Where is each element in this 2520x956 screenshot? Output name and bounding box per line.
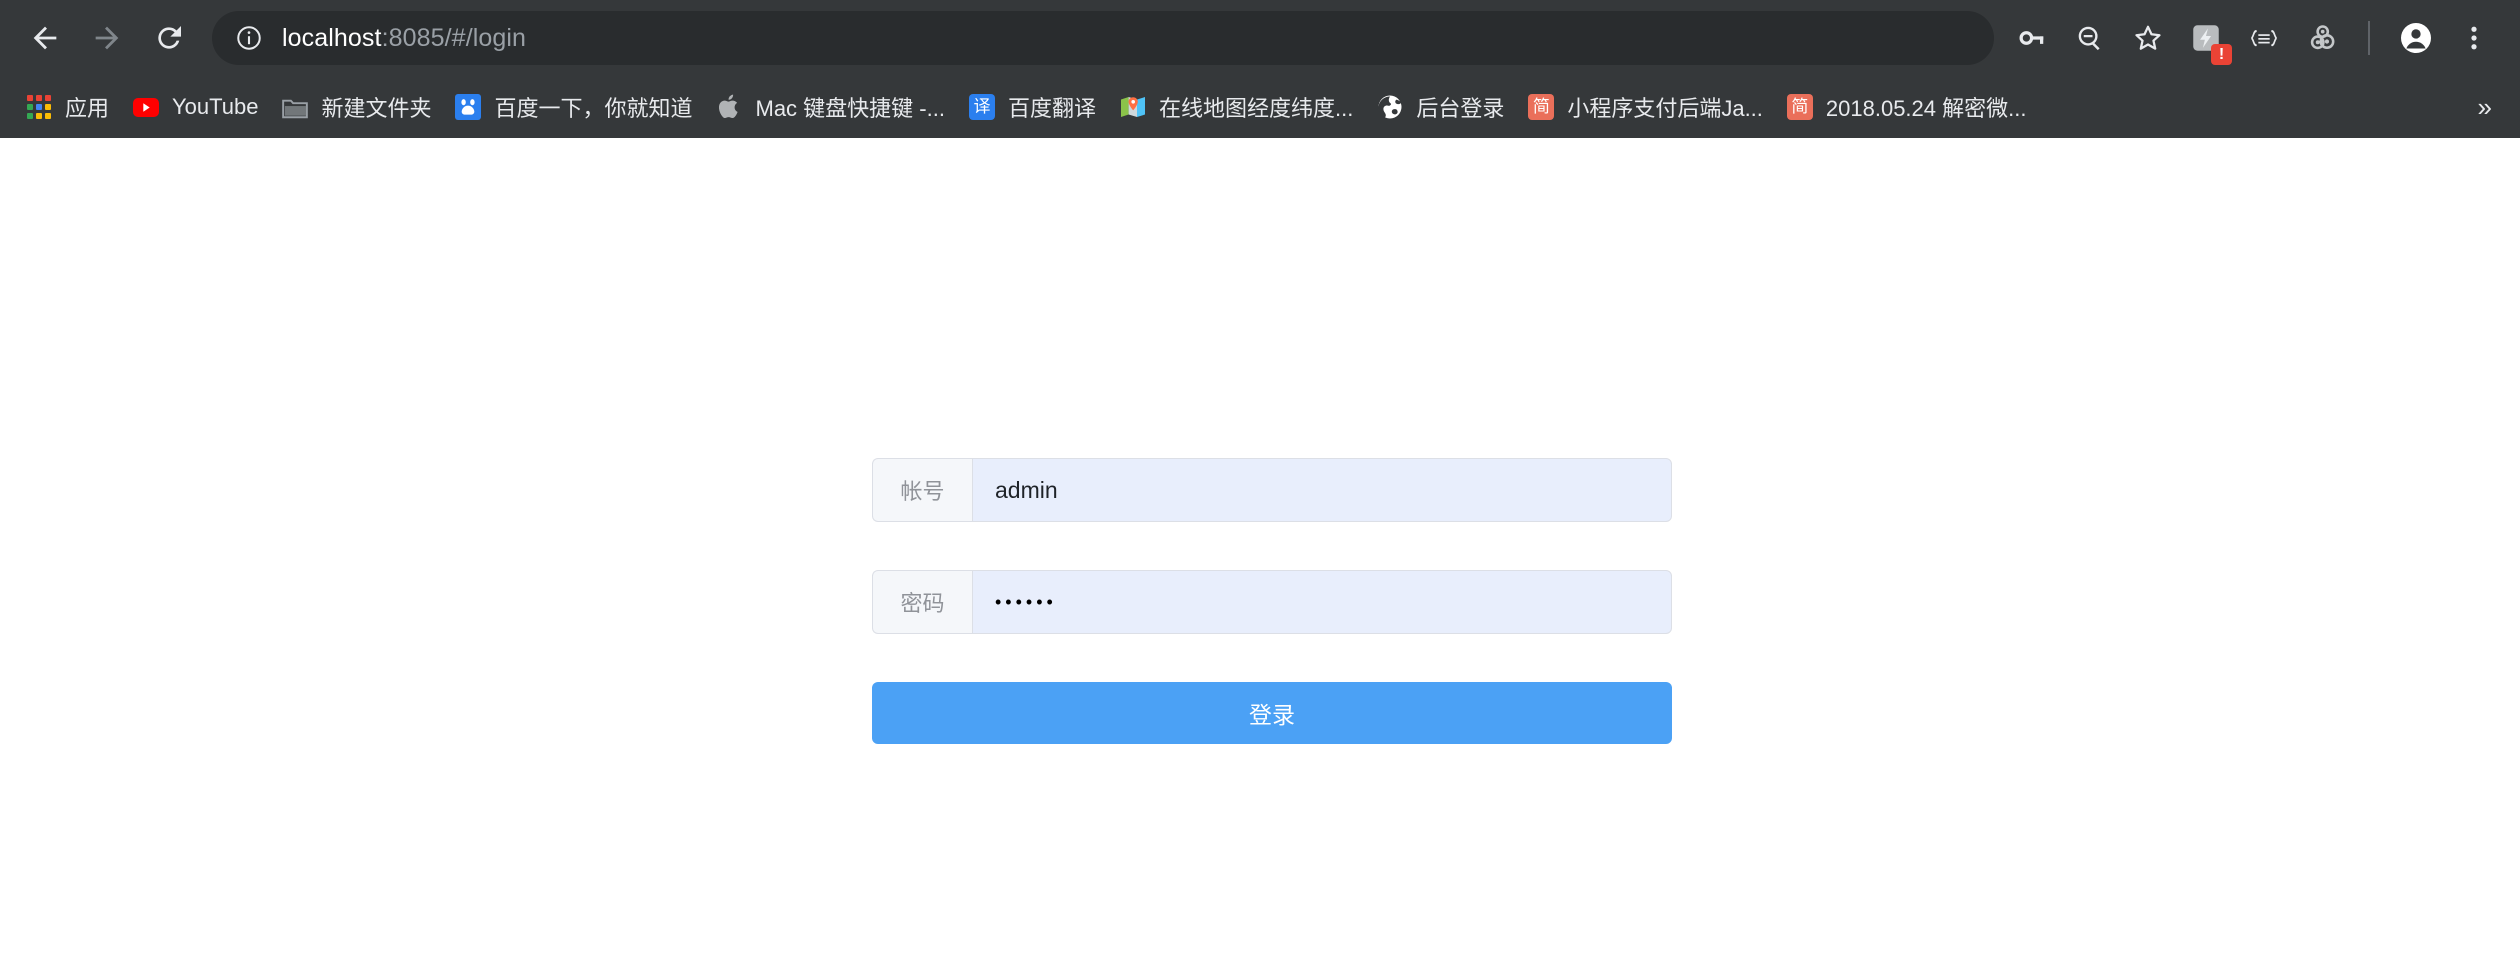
profile-button[interactable]: [2388, 10, 2444, 66]
bookmark-star-icon: [2135, 25, 2161, 50]
back-button[interactable]: [14, 7, 76, 69]
extension-error-badge: !: [2211, 44, 2232, 65]
bookmark-label: 小程序支付后端Ja...: [1567, 96, 1763, 121]
bookmark-item-baidu-translate[interactable]: 译 百度翻译: [957, 85, 1108, 129]
json-formatter-button[interactable]: [2236, 10, 2292, 66]
baidu-glyph: [455, 94, 482, 120]
apple-glyph: [718, 94, 738, 119]
bookmark-label: 新建文件夹: [321, 96, 432, 121]
bookmark-item-online-map[interactable]: 在线地图经度纬度...: [1108, 85, 1365, 129]
page-viewport: 帐号 admin 密码 •••••• 登录: [0, 138, 2520, 956]
map-glyph: [1120, 97, 1145, 117]
bookmark-item-jianshu-wechat[interactable]: 简 2018.05.24 解密微...: [1775, 85, 2039, 129]
bookmark-item-admin-login[interactable]: 后台登录: [1365, 85, 1516, 129]
address-bar[interactable]: localhost:8085/#/login: [212, 11, 1994, 65]
extension-gears-button[interactable]: [2294, 10, 2350, 66]
bookmark-label: 后台登录: [1416, 96, 1505, 121]
toolbar-actions: !: [2004, 10, 2502, 66]
jianshu-icon: 简: [1528, 94, 1555, 120]
bookmarks-overflow-button[interactable]: »: [2464, 92, 2506, 123]
reload-icon: [158, 26, 181, 49]
jianshu-icon: 简: [1786, 94, 1813, 120]
forward-button[interactable]: [76, 7, 138, 69]
youtube-icon: [133, 94, 160, 120]
bookmark-label: Mac 键盘快捷键 -...: [755, 96, 945, 121]
address-bar-text: localhost:8085/#/login: [282, 24, 526, 53]
extension-lightning-button[interactable]: !: [2178, 10, 2234, 66]
translate-glyph: 译: [968, 94, 995, 120]
zoom-out-icon: [2078, 26, 2100, 51]
baidu-translate-icon: 译: [968, 94, 995, 120]
chrome-menu-button[interactable]: [2446, 10, 2502, 66]
bookmarks-bar: 应用 YouTube 新建文件夹 百度一下，你就知道 Mac 键盘快捷键 -..…: [0, 76, 2520, 138]
youtube-glyph: [133, 97, 160, 117]
username-row: 帐号 admin: [872, 458, 1672, 522]
bookmark-label: 2018.05.24 解密微...: [1825, 96, 2027, 121]
password-input-group[interactable]: 密码 ••••••: [872, 570, 1672, 634]
map-pin-icon: [1120, 94, 1146, 120]
username-label: 帐号: [872, 458, 972, 522]
toolbar-divider: [2368, 21, 2370, 55]
password-manager-button[interactable]: [2004, 10, 2060, 66]
login-button[interactable]: 登录: [872, 682, 1672, 744]
folder-icon: [282, 94, 309, 120]
three-dots-vertical-icon: [2471, 26, 2477, 50]
info-circle-icon: [237, 26, 261, 50]
bookmark-label: 应用: [65, 96, 110, 121]
arrow-left-icon: [33, 26, 57, 50]
profile-avatar-icon: [2401, 23, 2431, 53]
globe-icon: [1377, 94, 1403, 120]
jianshu-glyph: 简: [1786, 94, 1813, 120]
bookmark-label: 在线地图经度纬度...: [1158, 96, 1354, 121]
url-host: localhost: [282, 23, 382, 52]
site-info-icon[interactable]: [234, 23, 264, 53]
username-input[interactable]: admin: [972, 458, 1672, 522]
apps-grid-icon: [26, 94, 52, 120]
globe-glyph: [1378, 95, 1402, 119]
jianshu-glyph: 简: [1528, 94, 1555, 120]
bookmark-item-jianshu-pay[interactable]: 简 小程序支付后端Ja...: [1516, 85, 1775, 129]
reload-button[interactable]: [138, 7, 200, 69]
json-formatter-icon: [2251, 30, 2277, 47]
bookmark-label: 百度翻译: [1007, 96, 1096, 121]
bookmark-label: YouTube: [172, 94, 259, 119]
zoom-out-button[interactable]: [2062, 10, 2118, 66]
password-input[interactable]: ••••••: [972, 570, 1672, 634]
password-label: 密码: [872, 570, 972, 634]
bookmark-item-youtube[interactable]: YouTube: [121, 85, 270, 129]
bookmark-item-baidu[interactable]: 百度一下，你就知道: [443, 85, 704, 129]
bookmark-button[interactable]: [2120, 10, 2176, 66]
bookmark-item-apps[interactable]: 应用: [14, 85, 121, 129]
folder-glyph: [282, 99, 309, 118]
bookmark-item-mac-shortcuts[interactable]: Mac 键盘快捷键 -...: [705, 85, 957, 129]
browser-window: localhost:8085/#/login ! 应用 YouTube 新建文件…: [0, 0, 2520, 956]
browser-toolbar: localhost:8085/#/login !: [0, 0, 2520, 76]
url-path: :8085/#/login: [381, 23, 527, 52]
key-icon: [2019, 31, 2044, 45]
login-form: 帐号 admin 密码 •••••• 登录: [872, 458, 1672, 744]
baidu-paw-icon: [455, 94, 482, 120]
arrow-right-icon: [95, 26, 119, 50]
username-input-group[interactable]: 帐号 admin: [872, 458, 1672, 522]
password-row: 密码 ••••••: [872, 570, 1672, 634]
bookmark-label: 百度一下，你就知道: [494, 96, 693, 121]
bookmark-item-folder[interactable]: 新建文件夹: [270, 85, 443, 129]
gears-icon: [2310, 25, 2335, 50]
apple-icon: [717, 94, 743, 120]
